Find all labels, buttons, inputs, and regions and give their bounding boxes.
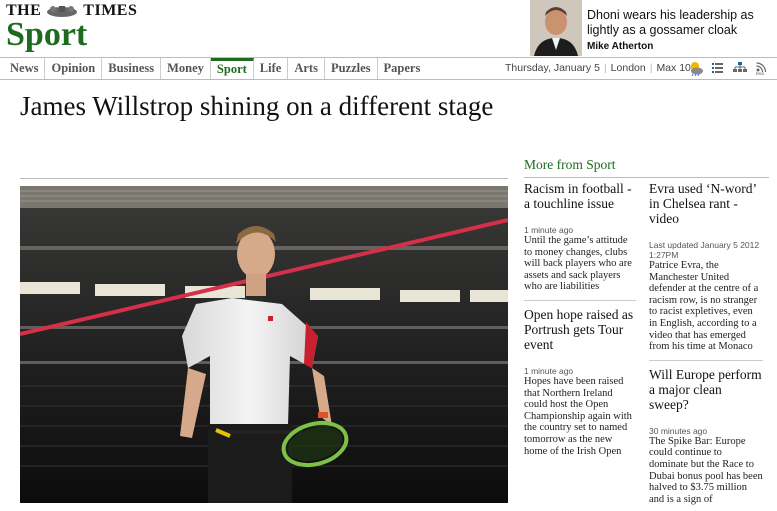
headline-divider bbox=[20, 178, 508, 179]
more-column-right: Evra used ‘N-word’ in Chelsea rant - vid… bbox=[649, 181, 763, 511]
story-title[interactable]: Evra used ‘N-word’ in Chelsea rant - vid… bbox=[649, 181, 763, 226]
nav-item-puzzles[interactable]: Puzzles bbox=[325, 58, 378, 79]
story-item: Open hope raised as Portrush gets Tour e… bbox=[524, 307, 636, 457]
nav-items: News Opinion Business Money Sport Life A… bbox=[4, 58, 426, 79]
more-from-sport-title[interactable]: More from Sport bbox=[524, 157, 616, 173]
nav-item-arts[interactable]: Arts bbox=[288, 58, 325, 79]
story-summary: Until the game’s attitude to money chang… bbox=[524, 235, 632, 293]
story-timestamp: 1 minute ago bbox=[524, 365, 574, 376]
columnist-promo[interactable]: Dhoni wears his leadership as lightly as… bbox=[530, 0, 770, 56]
article-hero-image[interactable] bbox=[20, 186, 508, 503]
story-timestamp: Last updated January 5 2012 1:27PM bbox=[649, 240, 760, 260]
story-divider bbox=[524, 299, 636, 301]
nav-item-life[interactable]: Life bbox=[254, 58, 289, 79]
story-item: Will Europe perform a major clean sweep?… bbox=[649, 367, 763, 506]
meta-separator: | bbox=[649, 62, 653, 74]
story-summary: Hopes have been raised that Northern Ire… bbox=[524, 375, 632, 457]
story-timestamp: 30 minutes ago bbox=[649, 425, 708, 436]
nav-item-opinion[interactable]: Opinion bbox=[45, 58, 103, 79]
meta-separator: | bbox=[603, 62, 607, 74]
story-title[interactable]: Open hope raised as Portrush gets Tour e… bbox=[524, 307, 636, 352]
rss-icon[interactable]: RSS bbox=[754, 60, 770, 76]
date-weather-bar: Thursday, January 5 | London | Max 10C bbox=[505, 58, 698, 78]
story-title[interactable]: Racism in football - a touchline issue bbox=[524, 181, 636, 211]
promo-text: Dhoni wears his leadership as lightly as… bbox=[587, 8, 770, 54]
weather-icon[interactable] bbox=[688, 60, 704, 76]
svg-text:RSS: RSS bbox=[756, 71, 765, 75]
story-item: Racism in football - a touchline issue 1… bbox=[524, 181, 636, 301]
location-text: London bbox=[610, 62, 646, 74]
nav-tools: RSS bbox=[688, 60, 770, 76]
masthead: THE TIMES Sport bbox=[6, 2, 137, 52]
story-summary: The Spike Bar: Europe could continue to … bbox=[649, 435, 763, 505]
story-item: Evra used ‘N-word’ in Chelsea rant - vid… bbox=[649, 181, 763, 361]
nav-item-sport[interactable]: Sport bbox=[210, 58, 254, 79]
story-timestamp: 1 minute ago bbox=[524, 225, 574, 235]
story-divider bbox=[649, 359, 763, 361]
nav-item-papers[interactable]: Papers bbox=[378, 58, 427, 79]
more-column-left: Racism in football - a touchline issue 1… bbox=[524, 181, 636, 463]
promo-headline[interactable]: Dhoni wears his leadership as lightly as… bbox=[587, 8, 770, 38]
story-title[interactable]: Will Europe perform a major clean sweep? bbox=[649, 367, 763, 412]
more-divider bbox=[524, 177, 769, 178]
section-nav: News Opinion Business Money Sport Life A… bbox=[0, 57, 777, 80]
nav-item-news[interactable]: News bbox=[4, 58, 46, 79]
promo-byline: Mike Atherton bbox=[587, 41, 654, 52]
site-map-icon[interactable] bbox=[732, 60, 748, 76]
brand-name-times: TIMES bbox=[83, 2, 138, 19]
article-headline: James Willstrop shining on a different s… bbox=[20, 91, 494, 121]
nav-item-money[interactable]: Money bbox=[161, 58, 211, 79]
list-view-icon[interactable] bbox=[710, 60, 726, 76]
story-summary: Patrice Evra, the Manchester United defe… bbox=[649, 260, 759, 353]
columnist-photo[interactable] bbox=[530, 0, 582, 56]
date-text: Thursday, January 5 bbox=[505, 62, 600, 74]
section-title[interactable]: Sport bbox=[6, 18, 137, 52]
nav-item-business[interactable]: Business bbox=[102, 58, 162, 79]
